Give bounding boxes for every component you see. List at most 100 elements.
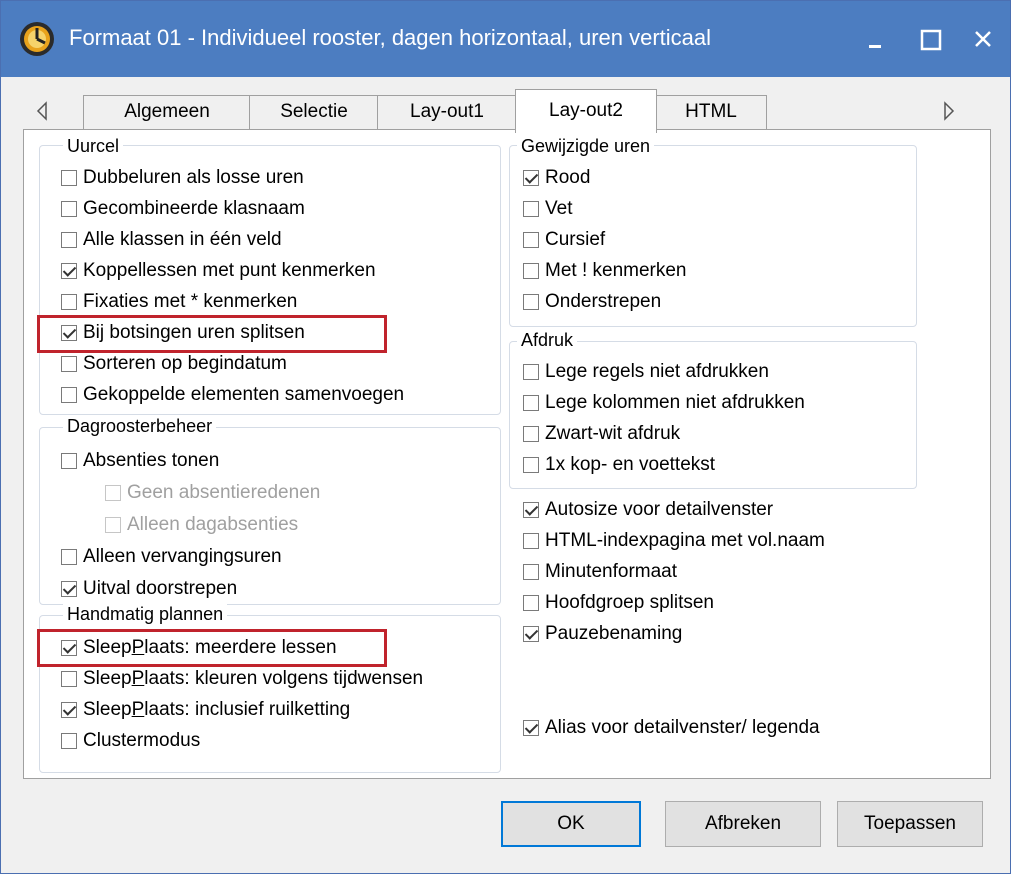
sleepplaats-inclusief-ruilketting-checkbox-row[interactable]: SleepPlaats: inclusief ruilketting <box>61 697 350 723</box>
html-indexpagina-met-vol-naam-checkbox-row[interactable]: HTML-indexpagina met vol.naam <box>523 528 825 554</box>
lege-kolommen-niet-afdrukken-checkbox[interactable] <box>523 395 539 411</box>
lege-kolommen-niet-afdrukken-checkbox-row[interactable]: Lege kolommen niet afdrukken <box>523 390 805 416</box>
clustermodus-checkbox[interactable] <box>61 733 77 749</box>
sleepplaats-inclusief-ruilketting-label-part: Sleep <box>83 699 132 720</box>
zwart-wit-afdruk-checkbox[interactable] <box>523 426 539 442</box>
gekoppelde-elementen-samenvoegen-label: Gekoppelde elementen samenvoegen <box>83 384 405 405</box>
alleen-vervangingsuren-checkbox-row[interactable]: Alleen vervangingsuren <box>61 544 282 570</box>
sleepplaats-inclusief-ruilketting-checkbox[interactable] <box>61 702 77 718</box>
vet-checkbox[interactable] <box>523 201 539 217</box>
hoofdgroep-splitsen-checkbox-row[interactable]: Hoofdgroep splitsen <box>523 590 714 616</box>
lege-regels-niet-afdrukken-checkbox-row[interactable]: Lege regels niet afdrukken <box>523 359 769 385</box>
zwart-wit-afdruk-label: Zwart-wit afdruk <box>545 423 681 444</box>
fixaties-met-kenmerken-label: Fixaties met * kenmerken <box>83 291 298 312</box>
tab-lay-out2[interactable]: Lay-out2 <box>515 89 657 133</box>
geen-absentieredenen-checkbox-row: Geen absentieredenen <box>105 480 320 506</box>
sleepplaats-kleuren-volgens-tijdwensen-accelerator-key: P <box>131 668 145 689</box>
gekoppelde-elementen-samenvoegen-checkbox[interactable] <box>61 387 77 403</box>
lege-kolommen-niet-afdrukken-label: Lege kolommen niet afdrukken <box>545 392 805 413</box>
1x-kop-en-voettekst-checkbox-row[interactable]: 1x kop- en voettekst <box>523 452 715 478</box>
clustermodus-label-part: Clustermodus <box>83 730 201 751</box>
minimize-icon[interactable] <box>849 15 903 63</box>
gewijzigd-title: Gewijzigde uren <box>517 135 655 157</box>
vet-checkbox-row[interactable]: Vet <box>523 196 572 222</box>
close-icon[interactable] <box>957 15 1011 63</box>
gekoppelde-elementen-samenvoegen-checkbox-row[interactable]: Gekoppelde elementen samenvoegen <box>61 382 404 408</box>
cursief-checkbox[interactable] <box>523 232 539 248</box>
rood-checkbox[interactable] <box>523 170 539 186</box>
alias-detailvenster-checkbox-row[interactable]: Alias voor detailvenster/ legenda <box>523 715 820 741</box>
rood-label: Rood <box>545 167 591 188</box>
alias-detailvenster-label: Alias voor detailvenster/ legenda <box>545 717 820 738</box>
clock-icon <box>17 19 57 59</box>
uitval-doorstrepen-checkbox-row[interactable]: Uitval doorstrepen <box>61 576 237 602</box>
triangle-right-icon[interactable] <box>939 99 959 123</box>
clustermodus-checkbox-row[interactable]: Clustermodus <box>61 728 200 754</box>
pauzebenaming-checkbox[interactable] <box>523 626 539 642</box>
sleepplaats-kleuren-volgens-tijdwensen-checkbox-row[interactable]: SleepPlaats: kleuren volgens tijdwensen <box>61 666 423 692</box>
apply-button[interactable]: Toepassen <box>837 801 983 847</box>
triangle-left-icon[interactable] <box>33 99 53 123</box>
alleen-vervangingsuren-label: Alleen vervangingsuren <box>83 546 282 567</box>
absenties-tonen-checkbox[interactable] <box>61 453 77 469</box>
dubbeluren-als-losse-uren-checkbox[interactable] <box>61 170 77 186</box>
dubbeluren-als-losse-uren-checkbox-row[interactable]: Dubbeluren als losse uren <box>61 165 304 191</box>
autosize-voor-detailvenster-checkbox[interactable] <box>523 502 539 518</box>
autosize-voor-detailvenster-checkbox-row[interactable]: Autosize voor detailvenster <box>523 497 773 523</box>
tab-algemeen[interactable]: Algemeen <box>83 95 251 129</box>
minutenformaat-checkbox-row[interactable]: Minutenformaat <box>523 559 677 585</box>
met-kenmerken-label: Met ! kenmerken <box>545 260 687 281</box>
fixaties-met-kenmerken-checkbox[interactable] <box>61 294 77 310</box>
alle-klassen-in-n-veld-checkbox[interactable] <box>61 232 77 248</box>
html-indexpagina-met-vol-naam-checkbox[interactable] <box>523 533 539 549</box>
sleepplaats-kleuren-volgens-tijdwensen-label: SleepPlaats: kleuren volgens tijdwensen <box>83 668 423 690</box>
handmatig-title: Handmatig plannen <box>63 603 228 625</box>
alias-detailvenster-checkbox[interactable] <box>523 720 539 736</box>
alleen-dagabsenties-checkbox <box>105 517 121 533</box>
1x-kop-en-voettekst-checkbox[interactable] <box>523 457 539 473</box>
met-kenmerken-checkbox[interactable] <box>523 263 539 279</box>
alleen-dagabsenties-checkbox-row: Alleen dagabsenties <box>105 512 298 538</box>
alleen-vervangingsuren-checkbox[interactable] <box>61 549 77 565</box>
sleepplaats-kleuren-volgens-tijdwensen-label-part: Sleep <box>83 668 132 689</box>
cancel-button[interactable]: Afbreken <box>665 801 821 847</box>
sorteren-op-begindatum-checkbox-row[interactable]: Sorteren op begindatum <box>61 351 287 377</box>
tab-lay-out1[interactable]: Lay-out1 <box>377 95 517 129</box>
sleepplaats-inclusief-ruilketting-label: SleepPlaats: inclusief ruilketting <box>83 699 350 721</box>
hoofdgroep-splitsen-checkbox[interactable] <box>523 595 539 611</box>
afdruk-title: Afdruk <box>517 329 578 351</box>
uitval-doorstrepen-checkbox[interactable] <box>61 581 77 597</box>
koppellessen-met-punt-kenmerken-checkbox-row[interactable]: Koppellessen met punt kenmerken <box>61 258 376 284</box>
tab-html[interactable]: HTML <box>655 95 767 129</box>
sleepplaats-kleuren-volgens-tijdwensen-label-part: laats: kleuren volgens tijdwensen <box>144 668 424 689</box>
gecombineerde-klasnaam-label: Gecombineerde klasnaam <box>83 198 305 219</box>
tab-selectie[interactable]: Selectie <box>249 95 379 129</box>
met-kenmerken-checkbox-row[interactable]: Met ! kenmerken <box>523 258 687 284</box>
sleepplaats-kleuren-volgens-tijdwensen-checkbox[interactable] <box>61 671 77 687</box>
pauzebenaming-checkbox-row[interactable]: Pauzebenaming <box>523 621 682 647</box>
lege-regels-niet-afdrukken-checkbox[interactable] <box>523 364 539 380</box>
gecombineerde-klasnaam-checkbox[interactable] <box>61 201 77 217</box>
onderstrepen-checkbox-row[interactable]: Onderstrepen <box>523 289 661 315</box>
maximize-icon[interactable] <box>905 15 959 63</box>
absenties-tonen-checkbox-row[interactable]: Absenties tonen <box>61 448 219 474</box>
pauzebenaming-label: Pauzebenaming <box>545 623 683 644</box>
cursief-checkbox-row[interactable]: Cursief <box>523 227 605 253</box>
fixaties-met-kenmerken-checkbox-row[interactable]: Fixaties met * kenmerken <box>61 289 297 315</box>
koppellessen-met-punt-kenmerken-checkbox[interactable] <box>61 263 77 279</box>
zwart-wit-afdruk-checkbox-row[interactable]: Zwart-wit afdruk <box>523 421 680 447</box>
alleen-dagabsenties-label: Alleen dagabsenties <box>127 514 299 535</box>
minutenformaat-checkbox[interactable] <box>523 564 539 580</box>
lege-regels-niet-afdrukken-label: Lege regels niet afdrukken <box>545 361 769 382</box>
alle-klassen-in-n-veld-checkbox-row[interactable]: Alle klassen in één veld <box>61 227 282 253</box>
hoofdgroep-splitsen-label: Hoofdgroep splitsen <box>545 592 714 613</box>
window-title: Formaat 01 - Individueel rooster, dagen … <box>69 25 712 50</box>
clustermodus-label: Clustermodus <box>83 730 200 752</box>
ok-button[interactable]: OK <box>501 801 641 847</box>
dialog-window: Formaat 01 - Individueel rooster, dagen … <box>0 0 1011 874</box>
1x-kop-en-voettekst-label: 1x kop- en voettekst <box>545 454 716 475</box>
rood-checkbox-row[interactable]: Rood <box>523 165 590 191</box>
gecombineerde-klasnaam-checkbox-row[interactable]: Gecombineerde klasnaam <box>61 196 305 222</box>
onderstrepen-checkbox[interactable] <box>523 294 539 310</box>
sorteren-op-begindatum-checkbox[interactable] <box>61 356 77 372</box>
